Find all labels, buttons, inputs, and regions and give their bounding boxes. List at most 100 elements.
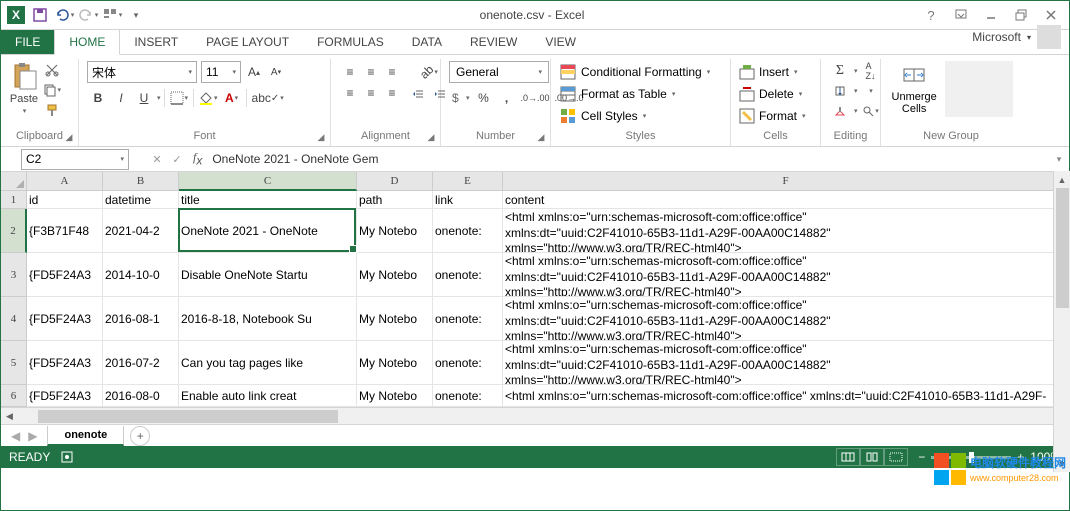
cancel-edit-icon[interactable]: ✕ (147, 153, 167, 166)
cell[interactable]: {FD5F24A3 (27, 297, 103, 341)
sheet-nav-prev-icon[interactable]: ◀ (11, 429, 20, 443)
qat-customize-icon[interactable]: ▾ (125, 4, 147, 26)
new-sheet-icon[interactable]: + (130, 426, 150, 446)
cell[interactable]: id (27, 191, 103, 209)
row-header-6[interactable]: 6 (1, 385, 27, 407)
font-launcher-icon[interactable]: ◢ (314, 130, 328, 144)
horizontal-scrollbar[interactable]: ◀ ▶ (1, 407, 1069, 424)
col-header-c[interactable]: C (179, 172, 357, 191)
fx-icon[interactable]: fx (193, 150, 202, 167)
font-color-icon[interactable]: A▾ (221, 87, 243, 109)
worksheet-grid[interactable]: A B C D E F 1 id datetime title path lin… (1, 172, 1069, 407)
col-header-d[interactable]: D (357, 172, 433, 191)
col-header-f[interactable]: F (503, 172, 1069, 191)
tab-review[interactable]: REVIEW (456, 30, 531, 54)
tab-pagelayout[interactable]: PAGE LAYOUT (192, 30, 303, 54)
format-cells-button[interactable]: Format▾ (739, 105, 806, 127)
scrollbar-thumb-v[interactable] (1056, 188, 1069, 308)
scroll-up-icon[interactable]: ▲ (1054, 171, 1070, 188)
copy-icon[interactable]: ▾ (43, 81, 61, 99)
cell[interactable]: {FD5F24A3 (27, 253, 103, 297)
cell[interactable]: 2014-10-0 (103, 253, 179, 297)
paste-dropdown-icon[interactable]: ▾ (23, 107, 27, 115)
number-launcher-icon[interactable]: ◢ (534, 130, 548, 144)
insert-cells-button[interactable]: Insert▾ (739, 61, 806, 83)
tab-data[interactable]: DATA (398, 30, 456, 54)
tab-view[interactable]: VIEW (531, 30, 590, 54)
vertical-scrollbar[interactable]: ▲ ▼ (1053, 171, 1070, 472)
align-left-icon[interactable]: ≡ (339, 82, 361, 104)
accounting-icon[interactable]: $▾ (449, 87, 472, 109)
formula-input[interactable]: OneNote 2021 - OneNote Gem (202, 152, 1049, 166)
save-icon[interactable] (29, 4, 51, 26)
font-name-combo[interactable]: 宋体▾ (87, 61, 197, 83)
bold-button[interactable]: B (87, 87, 109, 109)
cell[interactable]: Disable OneNote Startu (179, 253, 357, 297)
cell[interactable]: <html xmlns:o="urn:schemas-microsoft-com… (503, 297, 1063, 341)
percent-icon[interactable]: % (473, 87, 495, 109)
cell[interactable]: <html xmlns:o="urn:schemas-microsoft-com… (503, 385, 1063, 407)
phonetic-icon[interactable]: abc✓▾ (250, 87, 286, 109)
border-icon[interactable]: ▾ (168, 87, 191, 109)
cell[interactable]: datetime (103, 191, 179, 209)
align-top-icon[interactable]: ≡ (339, 61, 361, 83)
tab-home[interactable]: HOME (54, 29, 120, 55)
cell[interactable]: <html xmlns:o="urn:schemas-microsoft-com… (503, 253, 1063, 297)
italic-button[interactable]: I (110, 87, 132, 109)
decrease-font-icon[interactable]: A▾ (267, 62, 285, 82)
number-format-combo[interactable]: General▾ (449, 61, 549, 83)
cell-styles-button[interactable]: Cell Styles▾ (559, 105, 710, 127)
cell[interactable]: 2016-08-1 (103, 297, 179, 341)
alignment-launcher-icon[interactable]: ◢ (424, 130, 438, 144)
paste-icon[interactable] (9, 61, 39, 91)
zoom-slider[interactable] (931, 456, 1011, 459)
cell[interactable]: onenote: (433, 297, 503, 341)
tab-file[interactable]: FILE (1, 30, 54, 54)
cell[interactable]: onenote: (433, 385, 503, 407)
cell[interactable]: 2016-07-2 (103, 341, 179, 385)
touch-mode-icon[interactable]: ▾ (101, 4, 123, 26)
sheet-tab-onenote[interactable]: onenote (47, 426, 124, 446)
cell[interactable]: 2016-08-0 (103, 385, 179, 407)
scroll-down-icon[interactable]: ▼ (1054, 455, 1070, 472)
underline-button[interactable]: U (133, 87, 155, 109)
help-icon[interactable]: ? (917, 5, 945, 25)
align-bottom-icon[interactable]: ≡ (381, 61, 403, 83)
cell[interactable]: {F3B71F48 (27, 209, 103, 253)
paste-label[interactable]: Paste (10, 93, 38, 105)
cell[interactable]: 2016-8-18, Notebook Su (179, 297, 357, 341)
zoom-out-icon[interactable]: − (918, 450, 925, 464)
increase-font-icon[interactable]: A▴ (245, 62, 263, 82)
sheet-nav-next-icon[interactable]: ▶ (28, 429, 37, 443)
sort-filter-dropdown-icon[interactable]: ▾ (860, 80, 882, 102)
account[interactable]: Microsoft ▾ (964, 20, 1069, 54)
scroll-left-icon[interactable]: ◀ (1, 408, 18, 425)
cell[interactable]: My Notebo (357, 341, 433, 385)
format-as-table-button[interactable]: Format as Table▾ (559, 83, 710, 105)
find-icon[interactable]: ▾ (860, 100, 882, 122)
cell[interactable]: 2021-04-2 (103, 209, 179, 253)
row-header-4[interactable]: 4 (1, 297, 27, 341)
zoom-in-icon[interactable]: + (1017, 450, 1024, 464)
col-header-a[interactable]: A (27, 172, 103, 191)
cell[interactable]: {FD5F24A3 (27, 385, 103, 407)
select-all-corner[interactable] (1, 172, 27, 191)
align-middle-icon[interactable]: ≡ (360, 61, 382, 83)
cell[interactable]: onenote: (433, 209, 503, 253)
fill-color-icon[interactable]: ▾ (197, 87, 220, 109)
scrollbar-thumb[interactable] (38, 410, 338, 423)
tab-formulas[interactable]: FORMULAS (303, 30, 398, 54)
format-painter-icon[interactable] (43, 101, 61, 119)
cell[interactable]: onenote: (433, 253, 503, 297)
redo-icon[interactable]: ▾ (77, 4, 99, 26)
sort-az-icon[interactable]: AZ↓ (860, 60, 882, 82)
cell[interactable]: {FD5F24A3 (27, 341, 103, 385)
clear-icon[interactable] (829, 100, 851, 122)
cell[interactable]: <html xmlns:o="urn:schemas-microsoft-com… (503, 209, 1063, 253)
view-normal-icon[interactable] (836, 448, 860, 466)
cut-icon[interactable] (43, 61, 61, 79)
autosum-icon[interactable]: Σ (829, 60, 851, 82)
cell[interactable]: onenote: (433, 341, 503, 385)
align-center-icon[interactable]: ≡ (360, 82, 382, 104)
confirm-edit-icon[interactable]: ✓ (167, 153, 187, 166)
